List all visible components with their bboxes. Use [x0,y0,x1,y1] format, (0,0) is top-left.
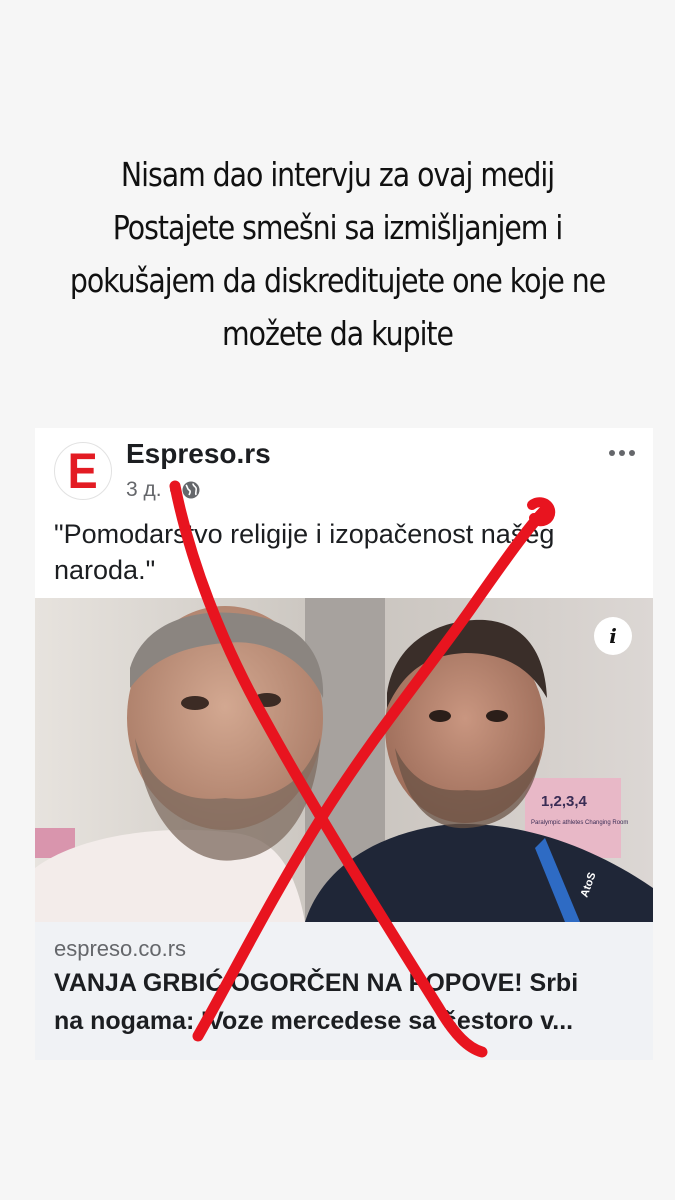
caption-line-4: možete da kupite [222,314,454,353]
post-card: E Espreso.rs 3 д. · "Pomodarstvo religij… [35,428,653,1060]
headline-line-2: na nogama: 'Voze mercedese sa šestoro v.… [54,1007,574,1035]
link-domain: espreso.co.rs [54,936,187,961]
caption-line-3: pokušajem da diskreditujete one koje ne [69,261,606,300]
post-meta: 3 д. · [126,478,201,502]
room-sign-number: 1,2,3,4 [541,793,588,810]
photo-illustration: 1,2,3,4 Paralympic athletes Changing Roo… [35,598,653,922]
post-time[interactable]: 3 д. [126,478,162,502]
link-preview[interactable]: espreso.co.rs VANJA GRBIĆ OGORČEN NA POP… [35,922,653,1060]
page-name[interactable]: Espreso.rs [126,438,271,470]
info-icon[interactable]: i [594,617,632,655]
story-caption: Nisam dao intervju za ovaj medij Postaje… [47,148,628,360]
room-sign-label: Paralympic athletes Changing Room [531,820,628,826]
post-text: "Pomodarstvo religije i izopačenost naše… [54,519,555,585]
post-photo[interactable]: 1,2,3,4 Paralympic athletes Changing Roo… [35,598,653,922]
caption-line-2: Postajete smešni sa izmišljanjem i [112,208,564,247]
caption-line-1: Nisam dao intervju za ovaj medij [120,155,555,194]
globe-icon [182,481,200,499]
link-headline[interactable]: VANJA GRBIĆ OGORČEN NA POPOVE! Srbi na n… [54,964,644,1040]
page-avatar[interactable]: E [54,442,112,500]
more-options-icon[interactable] [605,436,639,470]
avatar-logo-letter: E [67,443,99,499]
headline-line-1: VANJA GRBIĆ OGORČEN NA POPOVE! Srbi [54,969,579,997]
meta-separator: · [167,478,175,501]
